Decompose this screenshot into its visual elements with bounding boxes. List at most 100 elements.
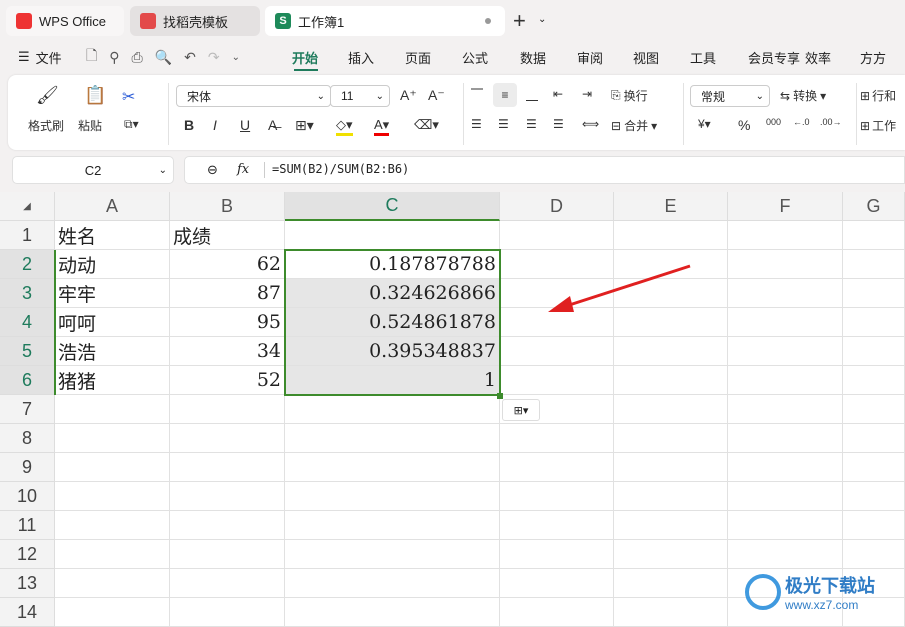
- cell-F9[interactable]: [728, 453, 843, 482]
- cell-D6[interactable]: [500, 366, 614, 395]
- convert-button[interactable]: ⇆ 转换 ▾: [780, 87, 826, 104]
- zoom-icon[interactable]: ⊖: [207, 162, 218, 178]
- cell-C10[interactable]: [285, 482, 500, 511]
- percent-button[interactable]: %: [738, 117, 750, 133]
- bold-button[interactable]: B: [184, 117, 194, 133]
- save-icon[interactable]: 🗋: [86, 45, 97, 69]
- tab-template[interactable]: 找稻壳模板: [130, 6, 260, 36]
- menu-tab-0[interactable]: 开始: [292, 46, 318, 68]
- wrap-text-button[interactable]: ⎘ 换行: [611, 87, 648, 104]
- cell-B4[interactable]: 95: [170, 308, 285, 337]
- cell-B11[interactable]: [170, 511, 285, 540]
- cell-E1[interactable]: [614, 221, 728, 250]
- cell-D9[interactable]: [500, 453, 614, 482]
- align-left-icon[interactable]: ☰: [471, 117, 482, 131]
- cell-A2[interactable]: 动动: [55, 250, 170, 279]
- cell-C11[interactable]: [285, 511, 500, 540]
- column-header-E[interactable]: E: [614, 192, 728, 221]
- fx-icon[interactable]: fx: [237, 162, 249, 177]
- column-header-G[interactable]: G: [843, 192, 905, 221]
- cell-F11[interactable]: [728, 511, 843, 540]
- menu-tab-9[interactable]: 效率: [805, 46, 831, 68]
- cell-A10[interactable]: [55, 482, 170, 511]
- cut-icon[interactable]: ✂: [122, 87, 135, 107]
- cell-F3[interactable]: [728, 279, 843, 308]
- cell-G2[interactable]: [843, 250, 905, 279]
- cell-E5[interactable]: [614, 337, 728, 366]
- cell-E7[interactable]: [614, 395, 728, 424]
- column-header-D[interactable]: D: [500, 192, 614, 221]
- cell-E9[interactable]: [614, 453, 728, 482]
- currency-icon[interactable]: ¥▾: [698, 117, 711, 131]
- share-icon[interactable]: ⚲: [109, 49, 119, 66]
- cell-A11[interactable]: [55, 511, 170, 540]
- cell-C12[interactable]: [285, 540, 500, 569]
- merge-button[interactable]: ⊟ 合并 ▾: [611, 117, 657, 134]
- align-bottom-icon[interactable]: ⎽: [526, 87, 538, 102]
- increase-font-icon[interactable]: A⁺: [400, 87, 417, 104]
- cell-A12[interactable]: [55, 540, 170, 569]
- menu-tab-10[interactable]: 方方: [860, 46, 886, 68]
- cell-A13[interactable]: [55, 569, 170, 598]
- column-header-F[interactable]: F: [728, 192, 843, 221]
- cell-F12[interactable]: [728, 540, 843, 569]
- cell-E6[interactable]: [614, 366, 728, 395]
- row-header-1[interactable]: 1: [0, 221, 55, 250]
- cell-G12[interactable]: [843, 540, 905, 569]
- row-header-12[interactable]: 12: [0, 540, 55, 569]
- increase-decimal-icon[interactable]: ←.0: [793, 117, 810, 127]
- cell-D10[interactable]: [500, 482, 614, 511]
- row-header-13[interactable]: 13: [0, 569, 55, 598]
- cell-B13[interactable]: [170, 569, 285, 598]
- column-header-C[interactable]: C: [285, 192, 500, 221]
- menu-tab-7[interactable]: 工具: [690, 46, 716, 68]
- cell-A9[interactable]: [55, 453, 170, 482]
- worksheet-button[interactable]: ⊞ 工作: [860, 117, 896, 134]
- cell-B7[interactable]: [170, 395, 285, 424]
- cell-B14[interactable]: [170, 598, 285, 627]
- row-header-8[interactable]: 8: [0, 424, 55, 453]
- increase-indent-icon[interactable]: ⇥: [582, 87, 592, 101]
- cell-F4[interactable]: [728, 308, 843, 337]
- cell-F6[interactable]: [728, 366, 843, 395]
- tab-list-chevron-icon[interactable]: ⌄: [538, 14, 546, 25]
- menu-tab-4[interactable]: 数据: [520, 46, 546, 68]
- distributed-icon[interactable]: ⟺: [582, 117, 599, 131]
- align-center-icon[interactable]: ☰: [498, 117, 509, 131]
- cell-A8[interactable]: [55, 424, 170, 453]
- thousands-icon[interactable]: 000: [766, 117, 781, 127]
- cell-B1[interactable]: 成绩: [170, 221, 285, 250]
- cell-G6[interactable]: [843, 366, 905, 395]
- cell-G5[interactable]: [843, 337, 905, 366]
- menu-tab-3[interactable]: 公式: [462, 46, 488, 68]
- paste-icon[interactable]: 📋: [84, 85, 106, 106]
- font-size-select[interactable]: 11 ⌄: [330, 85, 390, 107]
- cell-E14[interactable]: [614, 598, 728, 627]
- cell-B9[interactable]: [170, 453, 285, 482]
- cell-G3[interactable]: [843, 279, 905, 308]
- align-top-icon[interactable]: ⎺: [471, 87, 483, 102]
- cell-B10[interactable]: [170, 482, 285, 511]
- copy-icon[interactable]: ⧉▾: [124, 117, 139, 132]
- row-header-9[interactable]: 9: [0, 453, 55, 482]
- cell-A4[interactable]: 呵呵: [55, 308, 170, 337]
- cell-C14[interactable]: [285, 598, 500, 627]
- cell-F1[interactable]: [728, 221, 843, 250]
- undo-icon[interactable]: ↶: [184, 49, 196, 66]
- cell-E11[interactable]: [614, 511, 728, 540]
- decrease-indent-icon[interactable]: ⇤: [553, 87, 563, 101]
- name-box[interactable]: C2 ⌄: [12, 156, 174, 184]
- decrease-decimal-icon[interactable]: .00→: [820, 117, 842, 127]
- cell-D14[interactable]: [500, 598, 614, 627]
- cell-F2[interactable]: [728, 250, 843, 279]
- border-icon[interactable]: ⊞▾: [295, 117, 314, 134]
- eraser-icon[interactable]: ⌫▾: [414, 117, 439, 133]
- cell-A6[interactable]: 猪猪: [55, 366, 170, 395]
- formula-input[interactable]: =SUM(B2)/SUM(B2:B6): [272, 162, 409, 176]
- cell-C7[interactable]: [285, 395, 500, 424]
- cell-D8[interactable]: [500, 424, 614, 453]
- fill-handle[interactable]: [497, 393, 503, 399]
- cell-B5[interactable]: 34: [170, 337, 285, 366]
- cell-G4[interactable]: [843, 308, 905, 337]
- align-right-icon[interactable]: ☰: [526, 117, 537, 131]
